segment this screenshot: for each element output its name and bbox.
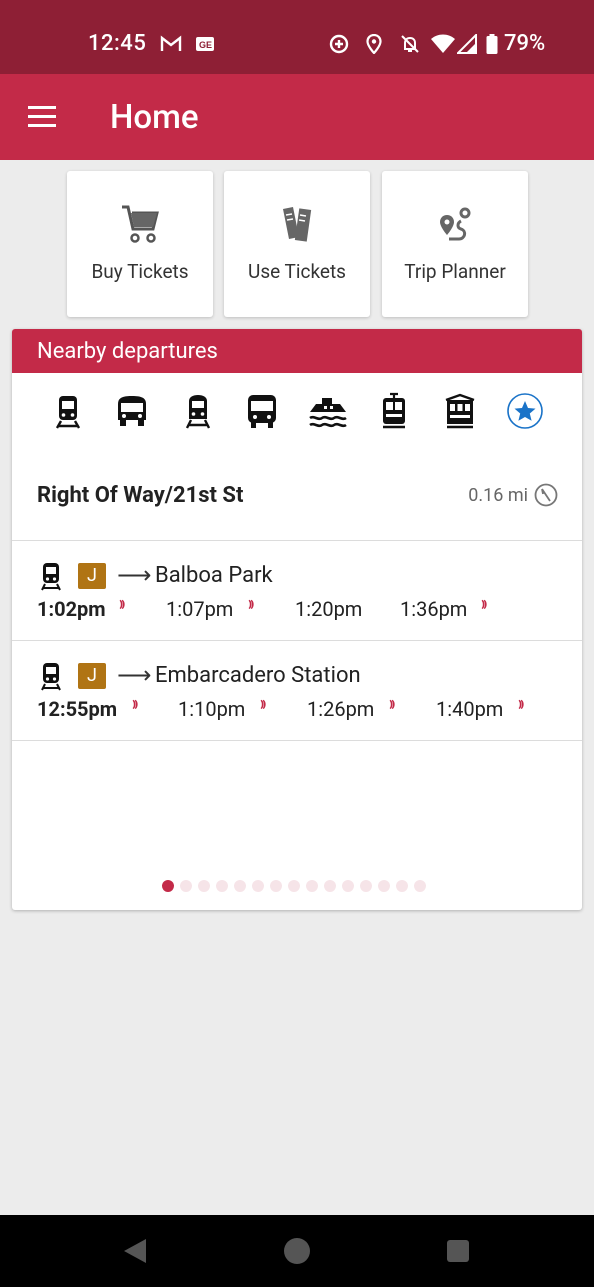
transit-mode-filter [12, 391, 582, 431]
trip-planner-button[interactable]: Trip Planner [382, 171, 528, 317]
departure-time: 1:07pm [166, 597, 234, 621]
destination: Balboa Park [155, 563, 273, 588]
realtime-icon: ⁾⁾ [389, 697, 395, 716]
departure-time: 1:40pm [436, 697, 504, 721]
realtime-icon: ⁾⁾ [119, 597, 125, 616]
status-bar: 12:45 GE 79% [0, 0, 594, 74]
direction-arrow: ⟶ [117, 561, 152, 589]
departure-time: 1:26pm [307, 697, 375, 721]
gmail-icon [160, 33, 182, 55]
page-dot[interactable] [396, 880, 408, 892]
page-dot[interactable] [288, 880, 300, 892]
battery-icon [486, 33, 498, 55]
cart-icon [67, 203, 213, 245]
buy-tickets-label: Buy Tickets [91, 260, 189, 283]
page-dot[interactable] [216, 880, 228, 892]
realtime-icon: ⁾⁾ [260, 697, 266, 716]
status-time: 12:45 [88, 31, 147, 56]
route-icon [382, 203, 528, 245]
line-badge: J [78, 563, 106, 589]
light-rail-icon [40, 661, 62, 695]
departure-time: 12:55pm [37, 697, 118, 721]
system-nav-bar [0, 1215, 594, 1287]
departure-time: 1:20pm [295, 597, 363, 621]
buy-tickets-button[interactable]: Buy Tickets [67, 171, 213, 317]
bus-front-icon[interactable] [112, 391, 152, 431]
realtime-icon: ⁾⁾ [248, 597, 254, 616]
compass-icon [534, 483, 558, 511]
light-rail-icon[interactable] [48, 391, 88, 431]
departure-time: 1:10pm [178, 697, 246, 721]
location-icon [366, 33, 382, 55]
page-title: Home [110, 98, 199, 137]
page-dot[interactable] [234, 880, 246, 892]
stop-row[interactable]: Right Of Way/21st St 0.16 mi [37, 479, 558, 515]
use-tickets-label: Use Tickets [248, 260, 346, 283]
news-icon: GE [195, 33, 215, 55]
departure-row[interactable]: J ⟶ Balboa Park 1:02pm ⁾⁾ 1:07pm ⁾⁾ 1:20… [12, 541, 582, 641]
data-saver-icon [329, 33, 349, 55]
streetcar-icon[interactable] [374, 391, 414, 431]
train-icon[interactable] [178, 391, 218, 431]
use-tickets-button[interactable]: Use Tickets [224, 171, 370, 317]
page-dot[interactable] [180, 880, 192, 892]
page-dot[interactable] [378, 880, 390, 892]
wifi-icon [431, 33, 455, 55]
ferry-icon[interactable] [308, 391, 348, 431]
realtime-icon: ⁾⁾ [481, 597, 487, 616]
departure-time: 1:36pm [400, 597, 468, 621]
page-dot[interactable] [252, 880, 264, 892]
stop-name: Right Of Way/21st St [37, 483, 244, 508]
svg-text:GE: GE [199, 40, 212, 50]
page-dot[interactable] [270, 880, 282, 892]
cellular-icon [457, 33, 477, 55]
recents-icon[interactable] [446, 1239, 470, 1267]
destination: Embarcadero Station [155, 663, 361, 688]
page-dot[interactable] [360, 880, 372, 892]
page-dot[interactable] [414, 880, 426, 892]
trip-planner-label: Trip Planner [404, 260, 506, 283]
hamburger-menu-icon[interactable] [26, 104, 58, 132]
line-badge: J [78, 663, 106, 689]
nearby-departures-card: Nearby departures Right Of Way/21st St 0… [12, 329, 582, 910]
page-dot[interactable] [342, 880, 354, 892]
home-icon[interactable] [283, 1237, 311, 1269]
nearby-departures-header: Nearby departures [12, 329, 582, 373]
notifications-off-icon [400, 33, 420, 55]
direction-arrow: ⟶ [117, 661, 152, 689]
realtime-icon: ⁾⁾ [132, 697, 138, 716]
departure-row[interactable]: J ⟶ Embarcadero Station 12:55pm ⁾⁾ 1:10p… [12, 641, 582, 741]
divider [12, 740, 582, 741]
favorites-star-icon[interactable] [505, 391, 545, 431]
battery-percent: 79% [504, 31, 546, 56]
page-dot[interactable] [162, 880, 174, 892]
stop-distance: 0.16 mi [468, 485, 528, 506]
departure-time: 1:02pm [37, 597, 106, 621]
bus-icon[interactable] [242, 391, 282, 431]
page-indicator[interactable] [162, 880, 432, 892]
cable-car-icon[interactable] [440, 391, 480, 431]
back-icon[interactable] [122, 1237, 148, 1269]
tickets-icon [224, 203, 370, 245]
page-dot[interactable] [198, 880, 210, 892]
page-dot[interactable] [306, 880, 318, 892]
app-bar: Home [0, 74, 594, 160]
light-rail-icon [40, 561, 62, 595]
realtime-icon: ⁾⁾ [518, 697, 524, 716]
page-dot[interactable] [324, 880, 336, 892]
